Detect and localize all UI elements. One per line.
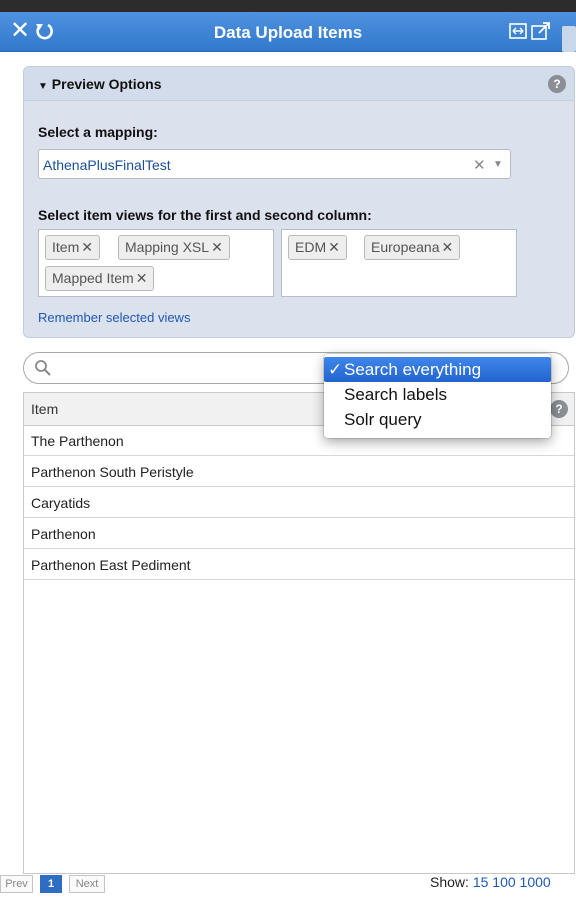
items-table: Item ? The Parthenon Parthenon South Per… <box>23 392 575 874</box>
top-strip <box>0 0 576 12</box>
menu-item-solr-query[interactable]: Solr query <box>324 407 551 432</box>
page-size-1000[interactable]: 1000 <box>520 874 551 890</box>
page-1-button[interactable]: 1 <box>40 875 62 893</box>
chevron-down-icon[interactable]: ▼ <box>493 159 503 170</box>
page-size-selector: Show: 15 100 1000 <box>430 874 551 890</box>
mapping-select[interactable]: AthenaPlusFinalTest ✕ ▼ <box>38 149 511 179</box>
popout-icon[interactable] <box>530 19 552 43</box>
table-row[interactable]: Caryatids <box>24 488 574 518</box>
table-row[interactable]: Parthenon South Peristyle <box>24 457 574 487</box>
clear-icon[interactable]: ✕ <box>473 156 486 174</box>
mapping-selected-value: AthenaPlusFinalTest <box>43 157 171 173</box>
remove-icon[interactable]: ✕ <box>211 239 223 255</box>
search-mode-menu: ✓ Search everything Search labels Solr q… <box>324 354 551 438</box>
remove-icon[interactable]: ✕ <box>81 239 93 255</box>
mapping-label: Select a mapping: <box>38 124 158 140</box>
show-label: Show: <box>430 874 469 890</box>
column-header-item[interactable]: Item <box>31 401 58 417</box>
help-icon[interactable]: ? <box>550 400 568 418</box>
prev-page-button[interactable]: Prev <box>0 875 33 893</box>
page-size-100[interactable]: 100 <box>492 874 515 890</box>
search-icon <box>35 360 51 376</box>
first-column-views[interactable]: Item ✕ Mapping XSL ✕ Mapped Item ✕ <box>38 229 274 297</box>
scrollbar-thumb[interactable] <box>562 26 576 52</box>
remember-views-link[interactable]: Remember selected views <box>38 310 190 325</box>
menu-item-search-labels[interactable]: Search labels <box>324 382 551 407</box>
table-row[interactable]: Parthenon East Pediment <box>24 550 574 580</box>
view-chip-europeana[interactable]: Europeana ✕ <box>364 235 461 260</box>
page-size-15[interactable]: 15 <box>473 874 489 890</box>
view-chip-item[interactable]: Item ✕ <box>45 235 100 260</box>
next-page-button[interactable]: Next <box>69 875 105 893</box>
table-row[interactable]: Parthenon <box>24 519 574 549</box>
preview-options-panel: ▼ Preview Options ? Select a mapping: At… <box>23 66 575 338</box>
checkmark-icon: ✓ <box>328 360 343 379</box>
preview-options-title[interactable]: ▼ Preview Options <box>38 76 162 92</box>
help-icon[interactable]: ? <box>548 75 566 93</box>
expand-icon[interactable] <box>508 19 528 43</box>
remove-icon[interactable]: ✕ <box>442 239 454 255</box>
view-chip-mapped-item[interactable]: Mapped Item ✕ <box>45 266 155 291</box>
remove-icon[interactable]: ✕ <box>328 239 340 255</box>
view-chip-mapping-xsl[interactable]: Mapping XSL ✕ <box>118 235 230 260</box>
disclosure-triangle-icon: ▼ <box>38 81 48 92</box>
second-column-views[interactable]: EDM ✕ Europeana ✕ <box>281 229 517 297</box>
view-chip-edm[interactable]: EDM ✕ <box>288 235 347 260</box>
views-label: Select item views for the first and seco… <box>38 207 372 223</box>
window-title: Data Upload Items <box>213 23 363 42</box>
remove-icon[interactable]: ✕ <box>136 270 148 286</box>
preview-options-header[interactable]: ▼ Preview Options ? <box>24 67 574 101</box>
title-bar: ✕ Data Upload Items <box>0 12 576 52</box>
menu-item-search-everything[interactable]: ✓ Search everything <box>324 357 551 382</box>
